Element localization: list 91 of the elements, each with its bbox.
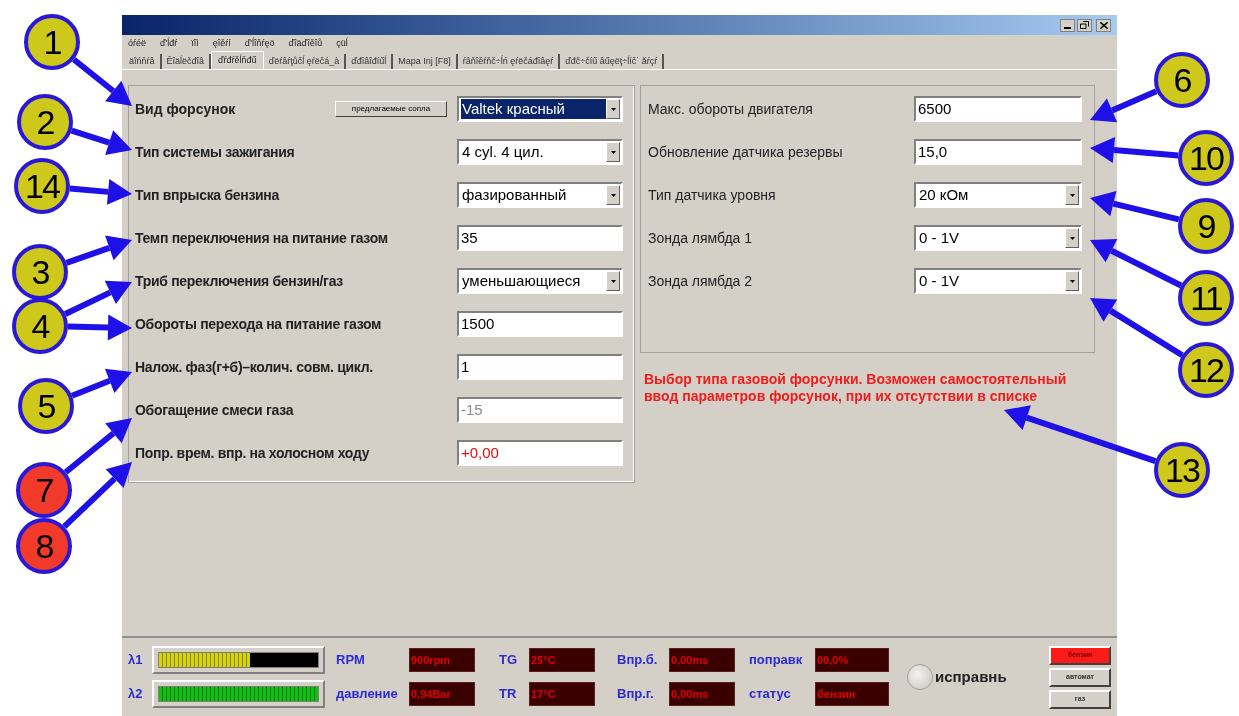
- callout-badge: 8: [16, 518, 72, 574]
- field-label: Налож. фаз(г+б)–колич. совм. цикл.: [135, 357, 374, 377]
- menu-item[interactable]: ęîěŕí: [212, 36, 231, 51]
- readout-label: поправк: [749, 651, 804, 670]
- arrow: [63, 280, 132, 317]
- menu-item[interactable]: óŕéë: [128, 36, 146, 51]
- tab[interactable]: ďđč÷číű âűęëţ÷ĺíč˙ ăŕçŕ: [560, 54, 665, 69]
- readout-value: 00,0%: [815, 648, 889, 672]
- tab[interactable]: ďđîâîđíűĺ: [346, 54, 394, 69]
- field-label: Макс. обороты двигателя: [648, 99, 814, 119]
- minimize-icon: [1064, 26, 1071, 29]
- callout-badge: 7: [16, 462, 72, 518]
- input-field[interactable]: 35: [457, 225, 623, 251]
- tab[interactable]: äîńňŕâ: [124, 54, 162, 69]
- callout-badge: 13: [1154, 442, 1210, 498]
- arrow: [1090, 88, 1158, 123]
- callout-badge: 3: [12, 244, 68, 300]
- field-label: Зонда лямбда 1: [648, 228, 754, 248]
- dropdown[interactable]: Valtek красный: [457, 96, 623, 122]
- callout-badge: 1: [24, 14, 80, 70]
- readout-value: 0,94Bar: [409, 682, 475, 706]
- menu-item[interactable]: ďîäďîěîů: [288, 36, 323, 51]
- menu-item[interactable]: çüĺ: [336, 36, 348, 51]
- readout-value: 0,00ms: [669, 682, 735, 706]
- input-field[interactable]: 1: [457, 354, 623, 380]
- lambda-label: λ2: [128, 685, 144, 704]
- restore-icon: [1080, 21, 1089, 29]
- minimize-button[interactable]: [1060, 18, 1075, 32]
- callout-badge: 9: [1178, 198, 1234, 254]
- arrow: [62, 462, 132, 529]
- menu-item[interactable]: ď'ĺđŕ: [160, 36, 178, 51]
- dropdown[interactable]: уменьшающиеся: [457, 268, 623, 294]
- hint-text: Выбор типа газовой форсунки. Возможен самостоятельный ввод параметров форсунок, при их отсутствии в списке: [644, 371, 1068, 405]
- menu-item[interactable]: ïîì: [191, 36, 199, 51]
- tab[interactable]: ďŕđŕěĺňđű: [211, 51, 264, 69]
- close-icon: [1099, 21, 1108, 29]
- callout-badge: 2: [17, 94, 73, 150]
- dropdown[interactable]: 0 - 1V: [914, 225, 1082, 251]
- field-label: Обороты перехода на питание газом: [135, 314, 383, 334]
- input-field[interactable]: 6500: [914, 96, 1082, 122]
- tab[interactable]: Mapa Inj [F8]: [393, 54, 458, 69]
- input-field[interactable]: +0,00: [457, 440, 623, 466]
- dropdown[interactable]: 0 - 1V: [914, 268, 1082, 294]
- arrow: [63, 418, 132, 475]
- field-label: Обогащение смеси газа: [135, 400, 295, 420]
- arrow: [69, 178, 132, 205]
- readout-label: давление: [336, 685, 399, 704]
- readout-label: RPM: [336, 651, 366, 670]
- field-label: Тип системы зажигания: [135, 142, 296, 162]
- readout-label: статус: [749, 685, 792, 704]
- readout-label: Впр.б.: [617, 651, 659, 670]
- readout-value: 25°C: [529, 648, 595, 672]
- field-label: Тип впрыска бензина: [135, 185, 281, 205]
- readout-value: 17°C: [529, 682, 595, 706]
- lambda-label: λ1: [128, 651, 144, 670]
- field-label: Обновление датчика резервы: [648, 142, 844, 162]
- status-text: исправнь: [935, 666, 1007, 687]
- field-label: Темп переключения на питание газом: [135, 228, 389, 248]
- tab[interactable]: ŕâňîěŕňč÷ĺń ęŕëčáđîâęŕ: [457, 54, 561, 69]
- field-label: Тип датчика уровня: [648, 185, 777, 205]
- readout-label: Впр.г.: [617, 685, 655, 704]
- tab[interactable]: ďëŕâŕţůčĺ ęŕëčá_à: [263, 54, 347, 69]
- dropdown[interactable]: 4 cyl. 4 цил.: [457, 139, 623, 165]
- arrow: [70, 127, 132, 155]
- readout-value: 0,00ms: [669, 648, 735, 672]
- callout-badge: 4: [12, 298, 68, 354]
- field-label: Триб переключения бензин/газ: [135, 271, 344, 291]
- callout-badge: 6: [1154, 52, 1210, 108]
- arrow: [70, 368, 132, 399]
- callout-badge: 12: [1178, 342, 1234, 398]
- arrow: [67, 314, 132, 341]
- maximize-button[interactable]: [1077, 18, 1092, 32]
- input-field[interactable]: 15,0: [914, 139, 1082, 165]
- callout-badge: 14: [14, 158, 70, 214]
- field-label: Попр. врем. впр. на холосном ходу: [135, 443, 371, 463]
- close-button[interactable]: [1096, 18, 1111, 32]
- field-label: Вид форсунок: [135, 99, 237, 119]
- callout-badge: 10: [1178, 130, 1234, 186]
- readout-value: бензин: [815, 682, 889, 706]
- callout-badge: 11: [1178, 270, 1234, 326]
- readout-label: TG: [499, 651, 519, 670]
- nozzle-button[interactable]: предлагаемые сопла: [335, 101, 447, 117]
- dropdown[interactable]: фазированный: [457, 182, 623, 208]
- readout-value: 900rpm: [409, 648, 475, 672]
- field-label: Зонда лямбда 2: [648, 271, 754, 291]
- arrow: [65, 235, 132, 266]
- readout-label: TR: [499, 685, 518, 704]
- input-field[interactable]: 1500: [457, 311, 623, 337]
- dropdown[interactable]: 20 кОм: [914, 182, 1082, 208]
- callout-badge: 5: [18, 378, 74, 434]
- menu-item[interactable]: ď'ĺîňŕęö: [244, 36, 275, 51]
